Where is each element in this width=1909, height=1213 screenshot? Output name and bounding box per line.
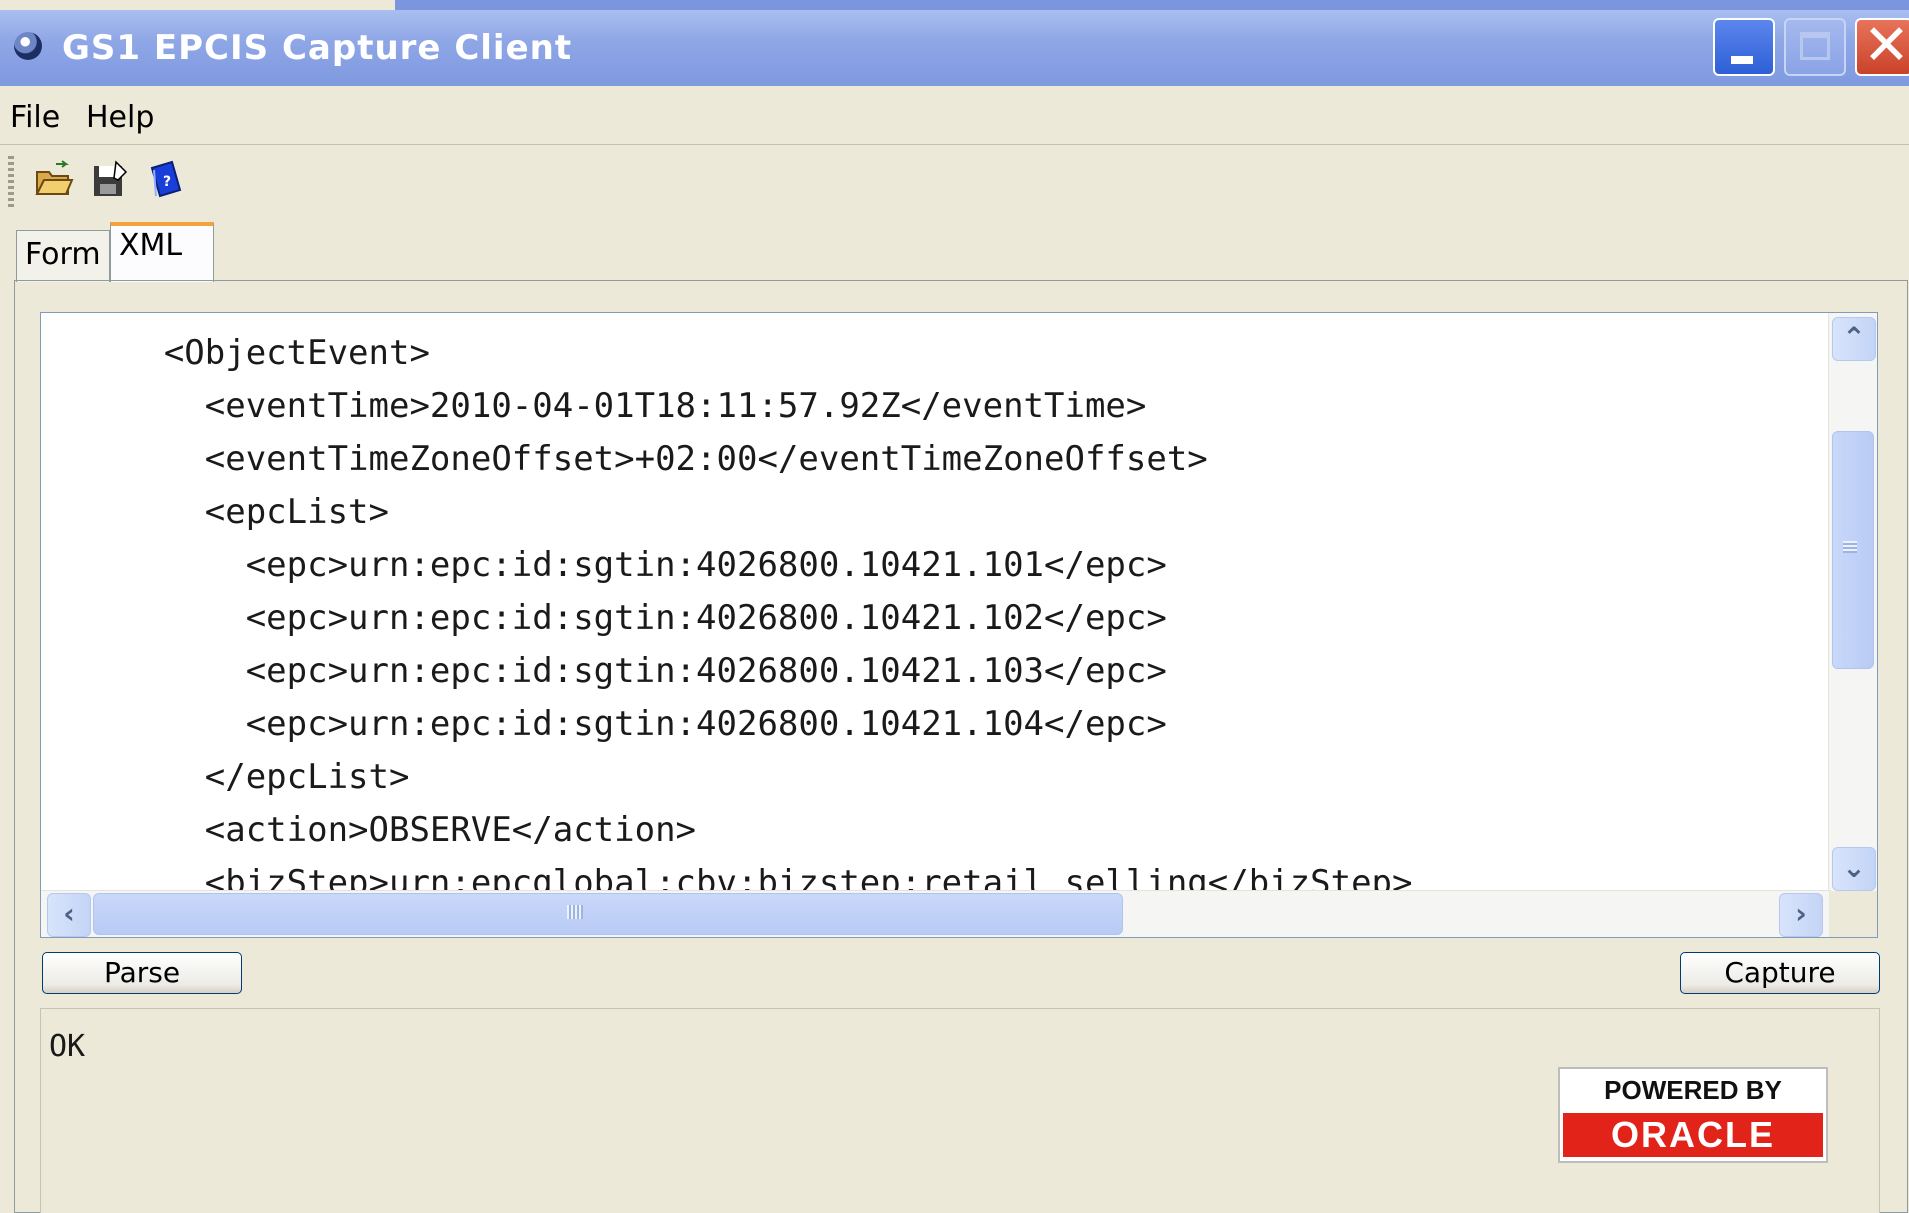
help-book-icon[interactable]: ? [146,160,186,200]
menu-help[interactable]: Help [86,100,154,135]
window-title: GS1 EPCIS Capture Client [62,28,573,68]
code-line: <bizStep>urn:epcglobal:cbv:bizstep:retai… [41,863,1413,893]
tab-xml[interactable]: XML [110,222,214,282]
close-button[interactable]: ✕ [1855,13,1909,78]
app-globe-icon[interactable] [14,32,42,60]
vertical-scrollbar[interactable]: ⌃ ⌄ [1828,313,1877,893]
badge-caption: POWERED BY [1604,1075,1782,1105]
tab-strip: Form XML [16,222,216,282]
oracle-logo: ORACLE [1563,1113,1823,1157]
code-line: <ObjectEvent> [41,333,430,373]
scroll-up-button[interactable]: ⌃ [1832,317,1876,361]
toolbar: ? [0,150,1909,216]
code-line: </epcList> [41,757,410,797]
parse-button[interactable]: Parse [42,952,242,994]
code-line: <action>OBSERVE</action> [41,810,697,850]
minimize-button[interactable] [1713,18,1775,76]
status-text: OK [49,1029,86,1064]
scrollbar-corner [1829,891,1877,937]
scroll-right-button[interactable]: › [1779,893,1823,937]
powered-by-oracle-badge: POWERED BY ORACLE [1558,1067,1828,1163]
close-icon: ✕ [1863,13,1909,78]
thumb-grip-icon [567,905,583,919]
menu-bar: File Help [0,86,1909,145]
title-bar[interactable]: GS1 EPCIS Capture Client ✕ [0,10,1909,86]
tab-form[interactable]: Form [16,230,110,282]
code-line: <epc>urn:epc:id:sgtin:4026800.10421.101<… [41,545,1167,585]
menu-file[interactable]: File [10,100,60,135]
titlebar-edge [395,0,1909,10]
maximize-button[interactable] [1784,18,1846,76]
app-window: GS1 EPCIS Capture Client ✕ File Help ? F… [0,0,1909,1213]
scroll-down-button[interactable]: ⌄ [1832,847,1876,891]
scroll-left-button[interactable]: ‹ [47,893,91,937]
code-line: <eventTime>2010-04-01T18:11:57.92Z</even… [41,386,1147,426]
code-line: <epc>urn:epc:id:sgtin:4026800.10421.104<… [41,704,1167,744]
horizontal-scroll-thumb[interactable] [93,893,1123,935]
toolbar-grip[interactable] [8,156,14,208]
xml-editor[interactable]: <ObjectEvent> <eventTime>2010-04-01T18:1… [40,312,1878,938]
open-folder-icon[interactable] [34,160,74,200]
thumb-grip-icon [1843,541,1857,553]
horizontal-scrollbar[interactable]: ‹ › [41,890,1831,937]
code-line: <epc>urn:epc:id:sgtin:4026800.10421.103<… [41,651,1167,691]
capture-button[interactable]: Capture [1680,952,1880,994]
code-line: <eventTimeZoneOffset>+02:00</eventTimeZo… [41,439,1208,479]
save-icon[interactable] [90,160,130,200]
code-line: <epc>urn:epc:id:sgtin:4026800.10421.102<… [41,598,1167,638]
code-line: <epcList> [41,492,389,532]
xml-code-area[interactable]: <ObjectEvent> <eventTime>2010-04-01T18:1… [41,327,1831,893]
svg-text:?: ? [163,174,171,190]
